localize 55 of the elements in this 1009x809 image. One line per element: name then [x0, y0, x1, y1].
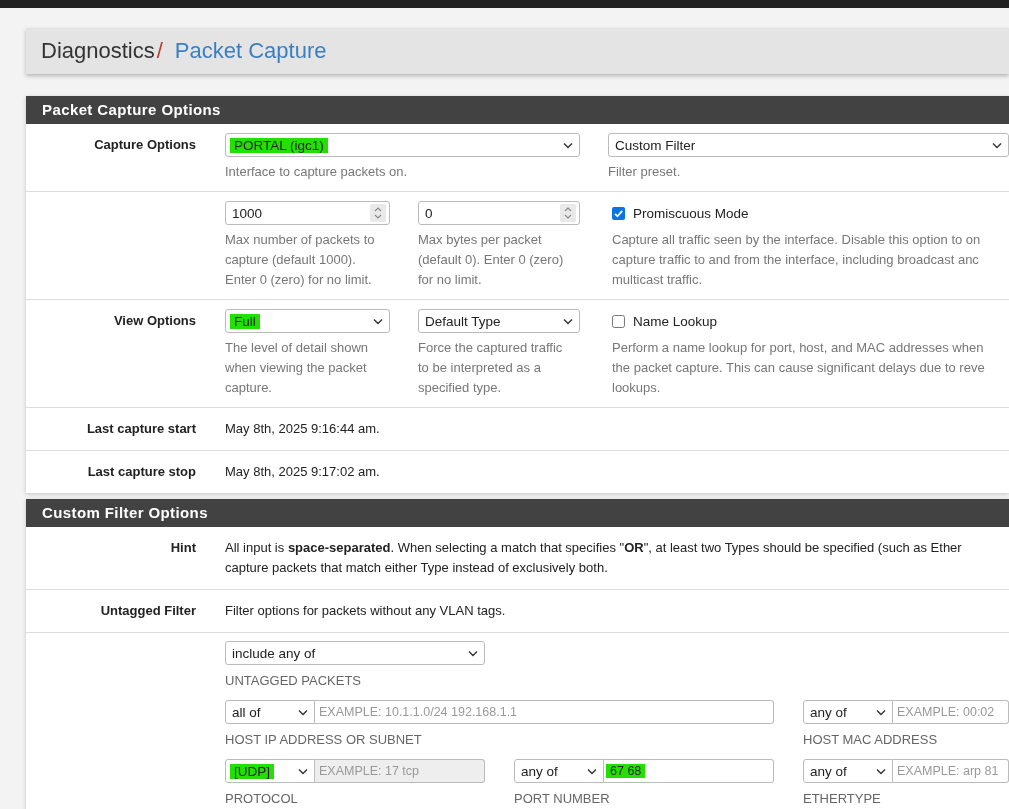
number-input[interactable]: 0: [418, 201, 580, 225]
info-text: May 8th, 2025 9:17:02 am.: [225, 463, 381, 481]
caret-icon: [876, 767, 886, 775]
field-caption: UNTAGGED PACKETS: [225, 673, 363, 689]
caret-icon: [563, 141, 573, 149]
dropdown[interactable]: Full: [225, 309, 390, 333]
help-text: Max number of packets to capture (default 1000). Enter 0 (zero) for no limit.: [225, 231, 376, 289]
field-label: Hint: [169, 539, 196, 557]
checkbox[interactable]: [612, 206, 625, 220]
match-dropdown[interactable]: any of: [803, 759, 893, 783]
help-text: Perform a name lookup for port, host, and MAC addresses when the packet capture. This can cause significant delays due to reve lookups.: [612, 339, 986, 397]
match-dropdown[interactable]: any of: [514, 759, 604, 783]
field-label: View Options: [112, 312, 196, 328]
match-dropdown[interactable]: all of: [225, 700, 315, 724]
checkbox[interactable]: [612, 314, 625, 328]
field-label: Last capture stop: [86, 463, 196, 481]
field-label: Capture Options: [93, 136, 196, 152]
match-dropdown[interactable]: any of: [803, 700, 893, 724]
help-text: Capture all traffic seen by the interface. Disable this option to on capture traffic to and from the interface, including broadcast anc multicast traffic.: [612, 231, 982, 289]
field-label: Untagged Filter: [99, 602, 196, 620]
field-caption: HOST MAC ADDRESS: [803, 732, 939, 748]
caret-icon: [563, 317, 573, 325]
help-text: Max bytes per packet (default 0). Enter 0 (zero) for no limit.: [418, 231, 565, 289]
caret-icon: [373, 317, 383, 325]
dropdown[interactable]: PORTAL (igc1): [225, 133, 580, 157]
field-caption: PROTOCOL: [225, 791, 299, 807]
info-text: All input is space-separated. When selecting a match that specifies "OR", at least two Types should be specified (such as Ether capture packets that match either Type instead of exclusively both.: [225, 539, 963, 577]
panel-header: Custom Filter Options: [26, 499, 1009, 527]
field-caption: PORT NUMBER: [514, 791, 611, 807]
checkbox-label[interactable]: Promiscuous Mode: [633, 205, 749, 221]
match-dropdown[interactable]: include any of: [225, 641, 485, 665]
dropdown[interactable]: Custom Filter: [608, 133, 1009, 157]
help-text: Force the captured traffic to be interpreted as a specified type.: [418, 339, 564, 397]
number-input[interactable]: 1000: [225, 201, 390, 225]
page-title: Packet Capture: [174, 38, 327, 64]
checkbox-label[interactable]: Name Lookup: [633, 313, 718, 329]
caret-icon: [468, 649, 478, 657]
help-text: Interface to capture packets on.: [225, 163, 409, 181]
caret-icon: [298, 767, 308, 775]
filter-input[interactable]: 67 68: [604, 759, 774, 783]
field-caption: ETHERTYPE: [803, 791, 882, 807]
caret-icon: [587, 767, 597, 775]
info-text: May 8th, 2025 9:16:44 am.: [225, 420, 381, 438]
info-text: Filter options for packets without any VLAN tags.: [225, 602, 507, 620]
dropdown[interactable]: Default Type: [418, 309, 580, 333]
caret-icon: [298, 708, 308, 716]
help-text: The level of detail shown when viewing the packet capture.: [225, 339, 370, 397]
panel-header: Packet Capture Options: [26, 96, 1009, 124]
field-caption: HOST IP ADDRESS OR SUBNET: [225, 732, 423, 748]
field-label: Last capture start: [85, 420, 196, 438]
breadcrumb-section[interactable]: Diagnostics: [41, 38, 155, 64]
caret-icon: [992, 141, 1002, 149]
breadcrumb-separator: /: [156, 38, 163, 64]
help-text: Filter preset.: [608, 163, 682, 181]
caret-icon: [876, 708, 886, 716]
